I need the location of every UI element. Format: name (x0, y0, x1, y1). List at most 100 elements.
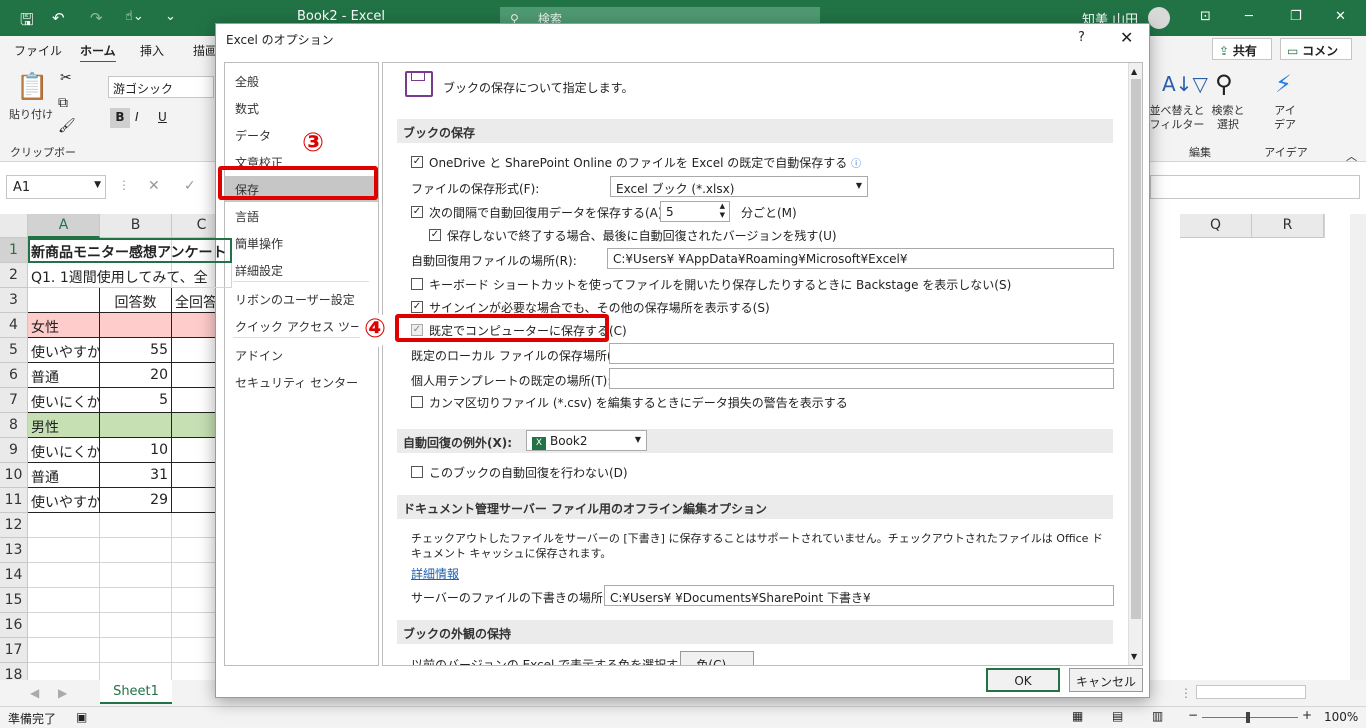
cell-b[interactable] (100, 538, 172, 563)
normal-view-icon[interactable]: ▦ (1072, 709, 1083, 723)
restore-icon[interactable]: ❐ (1290, 9, 1302, 24)
row-header[interactable]: 8 (0, 413, 28, 438)
nav-trust-center[interactable]: セキュリティ センター (225, 369, 378, 395)
minimize-icon[interactable]: ─ (1245, 9, 1253, 24)
row-header[interactable]: 17 (0, 638, 28, 663)
horizontal-scrollbar[interactable] (1196, 685, 1306, 699)
zoom-slider[interactable] (1202, 717, 1298, 718)
ok-button[interactable]: OK (986, 668, 1060, 692)
cut-icon[interactable]: ✂ (60, 70, 72, 86)
row-header[interactable]: 3 (0, 288, 28, 313)
cell-a[interactable] (28, 613, 100, 638)
vertical-scrollbar[interactable] (1350, 214, 1366, 680)
cell-grid[interactable]: 1 新商品モニター感想アンケート 2 Q1. 1週間使用してみて、全 3 回答数 全回答 4 女… (0, 238, 232, 680)
scroll-right-icon[interactable]: ▶ (58, 686, 67, 700)
name-box[interactable]: A1 ▼ (6, 175, 106, 199)
cancel-button[interactable]: キャンセル (1069, 668, 1143, 692)
touch-mode-icon[interactable]: ☝⌄ (125, 9, 144, 24)
scroll-up-icon[interactable]: ▲ (1131, 67, 1137, 76)
column-header-r[interactable]: R (1252, 214, 1324, 238)
bold-icon[interactable]: B (110, 108, 130, 128)
confirm-entry-icon[interactable]: ✓ (184, 178, 196, 194)
row-header[interactable]: 9 (0, 438, 28, 463)
keep-last-version-checkbox[interactable]: ✓ (429, 229, 441, 241)
sheet-tab-sheet1[interactable]: Sheet1 (100, 680, 172, 704)
autorecover-location-input[interactable]: C:¥Users¥ ¥AppData¥Roaming¥Microsoft¥Exc… (607, 248, 1114, 269)
cell-a[interactable] (28, 288, 100, 313)
cell-b[interactable]: 20 (100, 363, 172, 388)
cell-a[interactable]: 男性 (28, 413, 100, 438)
row-header[interactable]: 4 (0, 313, 28, 338)
cell-b[interactable]: 回答数 (100, 288, 172, 313)
row-header[interactable]: 16 (0, 613, 28, 638)
cell-a[interactable] (28, 638, 100, 663)
nav-formulas[interactable]: 数式 (225, 95, 378, 121)
ribbon-display-icon[interactable]: ⊡ (1200, 9, 1211, 24)
zoom-slider-thumb[interactable] (1246, 712, 1250, 723)
cell-b[interactable] (100, 638, 172, 663)
disable-autorecover-checkbox[interactable] (411, 466, 423, 478)
macro-record-icon[interactable]: ▣ (76, 710, 87, 724)
format-painter-icon[interactable]: 🖌 (58, 118, 76, 134)
save-icon[interactable]: 🖫 (20, 9, 34, 36)
sort-filter-icon[interactable]: A↓▽ (1162, 72, 1208, 96)
cell-a[interactable]: 使いやすか (28, 488, 100, 513)
column-header-a[interactable]: A (28, 214, 100, 238)
sort-filter-label[interactable]: 並べ替えと フィルター (1148, 104, 1206, 132)
close-icon[interactable]: ✕ (1120, 28, 1133, 47)
zoom-in-icon[interactable]: + (1302, 708, 1312, 722)
cell-b[interactable] (100, 588, 172, 613)
csv-warning-checkbox[interactable] (411, 396, 423, 408)
row-header[interactable]: 1 (0, 238, 28, 263)
row-header[interactable]: 5 (0, 338, 28, 363)
select-all-corner[interactable] (0, 214, 28, 238)
row-header[interactable]: 12 (0, 513, 28, 538)
row-header[interactable]: 11 (0, 488, 28, 513)
cell-a[interactable] (28, 538, 100, 563)
cell-b[interactable]: 55 (100, 338, 172, 363)
nav-advanced[interactable]: 詳細設定 (225, 257, 378, 283)
onedrive-autosave-checkbox[interactable]: ✓ (411, 156, 423, 168)
undo-icon[interactable]: ↶ (52, 9, 65, 27)
ideas-icon[interactable]: ⚡ (1275, 70, 1292, 98)
copy-icon[interactable]: ⧉ (58, 95, 68, 111)
cell-b[interactable]: 10 (100, 438, 172, 463)
column-header-q[interactable]: Q (1180, 214, 1252, 238)
ideas-label[interactable]: アイ デア (1265, 104, 1305, 132)
cell-a[interactable]: 使いやすか (28, 338, 100, 363)
default-local-location-input[interactable] (609, 343, 1114, 364)
cell-b[interactable] (100, 513, 172, 538)
tab-draw[interactable]: 描画 (193, 42, 217, 59)
cell-b[interactable] (100, 413, 172, 438)
row-header[interactable]: 6 (0, 363, 28, 388)
avatar[interactable] (1148, 7, 1170, 29)
zoom-level[interactable]: 100% (1324, 710, 1358, 724)
scroll-down-icon[interactable]: ▼ (1131, 652, 1137, 661)
tab-file[interactable]: ファイル (14, 42, 62, 59)
formula-input[interactable] (1150, 175, 1360, 199)
tab-home[interactable]: ホーム (80, 42, 116, 64)
nav-addins[interactable]: アドイン (225, 342, 378, 368)
cell-a[interactable]: 普通 (28, 363, 100, 388)
cell-b[interactable] (100, 563, 172, 588)
template-location-input[interactable] (609, 368, 1114, 389)
row-header[interactable]: 7 (0, 388, 28, 413)
cell-a[interactable] (28, 563, 100, 588)
row-header[interactable]: 14 (0, 563, 28, 588)
close-window-icon[interactable]: ✕ (1335, 9, 1346, 24)
content-scrollbar[interactable]: ▲ ▼ (1128, 63, 1142, 665)
cell-b[interactable] (100, 313, 172, 338)
nav-quick-access-toolbar[interactable]: クイック アクセス ツール バー (225, 313, 378, 339)
spinner-icon[interactable]: ▲ ▼ (720, 202, 725, 220)
underline-icon[interactable]: U (158, 110, 167, 124)
row-header[interactable]: 15 (0, 588, 28, 613)
zoom-out-icon[interactable]: − (1188, 708, 1198, 722)
show-extra-locations-checkbox[interactable]: ✓ (411, 301, 423, 313)
server-drafts-input[interactable]: C:¥Users¥ ¥Documents¥SharePoint 下書き¥ (604, 585, 1114, 606)
font-name-select[interactable]: 游ゴシック (108, 76, 214, 98)
details-link[interactable]: 詳細情報 (411, 565, 459, 582)
nav-language[interactable]: 言語 (225, 203, 378, 229)
tab-insert[interactable]: 挿入 (140, 42, 164, 59)
colors-button[interactable]: 色(C)... (680, 651, 754, 665)
row-header[interactable]: 10 (0, 463, 28, 488)
